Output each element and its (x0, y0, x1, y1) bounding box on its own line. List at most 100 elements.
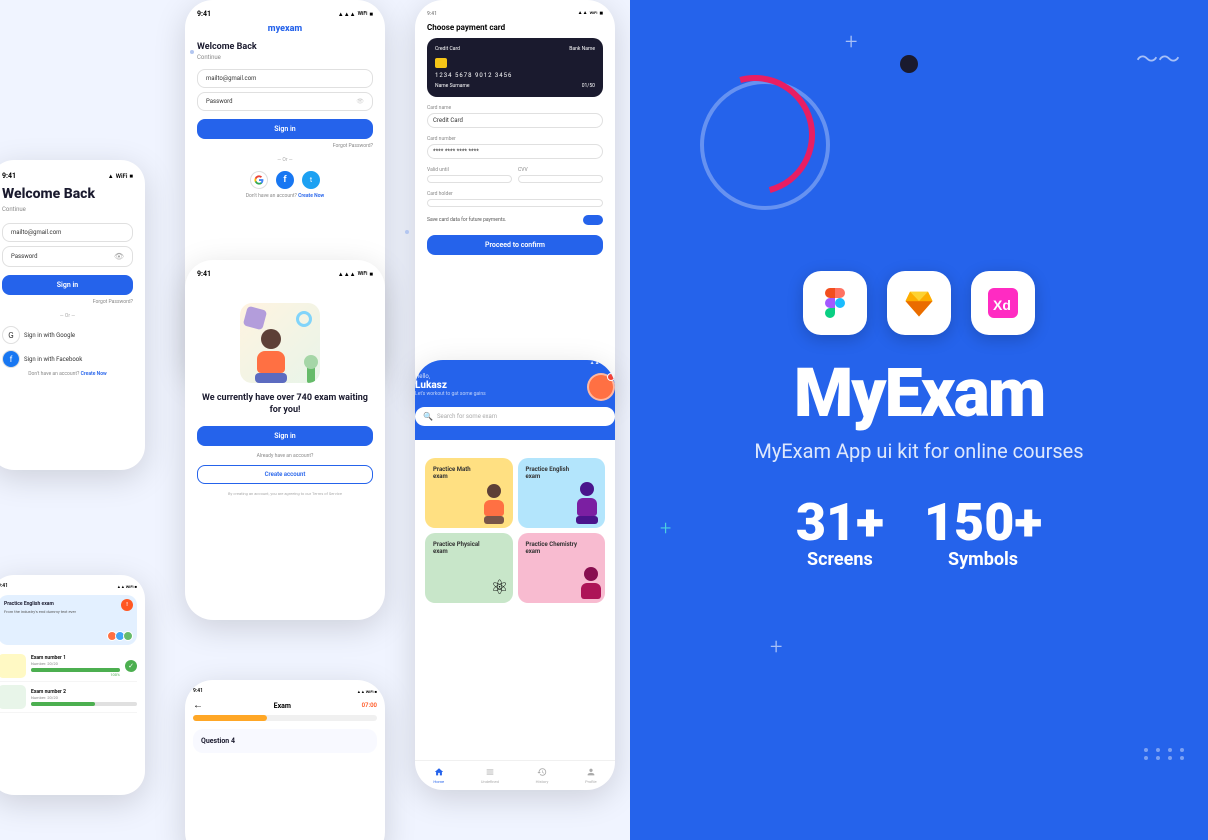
stats-row: 31+ Screens 150+ Symbols (796, 497, 1042, 570)
exam-item-info-1: Exam number 1 Number: 20/20 100% (31, 655, 120, 677)
svg-text:Xd: Xd (993, 297, 1011, 313)
signal-exam-q: ▲▲ WiFi ■ (357, 689, 377, 694)
lets-text: Let's workout to gat some gains (415, 391, 486, 397)
phone-home: 9:41 ▲▲WiFi■ Hello, Lukasz Let's workout… (415, 360, 615, 790)
save-card-toggle[interactable] (583, 215, 603, 225)
cvv-label: CVV (518, 167, 603, 173)
question-label: Question 4 (201, 737, 369, 745)
facebook-signin-large[interactable]: f Sign in with Facebook (2, 350, 133, 368)
search-icon: 🔍 (423, 412, 433, 421)
welcome-title-signin: Welcome Back (197, 42, 373, 52)
exam-item-sub-1: Number: 20/20 (31, 661, 120, 666)
create-now-link-signin[interactable]: Create Now (298, 193, 324, 199)
valid-input[interactable] (427, 175, 512, 183)
card-name-label: Card name (427, 105, 603, 111)
password-field-signin[interactable]: Password 👁 (197, 92, 373, 111)
home-user-info: Hello, Lukasz Let's workout to gat some … (415, 373, 486, 397)
search-bar[interactable]: 🔍 Search for some exam (415, 407, 615, 426)
logo-area-signin: myexam (197, 24, 373, 34)
already-account-text: Already have an account? (257, 453, 314, 459)
exam-progress-bar (193, 715, 377, 721)
symbols-stat: 150+ Symbols (924, 497, 1042, 570)
exam-progress-fill (193, 715, 267, 721)
twitter-icon[interactable]: t (302, 171, 320, 189)
progress-bar-2 (31, 702, 137, 706)
phone-login-large: 9:41 ▲WiFi■ Welcome Back Continue mailto… (0, 160, 145, 470)
password-input-large[interactable]: Password 👁 (2, 246, 133, 267)
status-bar-home: 9:41 ▲▲WiFi■ (415, 360, 615, 367)
back-btn[interactable]: ← (193, 700, 203, 711)
exam-grid: Practice Mathexam Practice Englishexam (415, 452, 615, 609)
proceed-btn[interactable]: Proceed to confirm (427, 235, 603, 255)
no-account-text-signin: Don't have an account? Create Now (197, 193, 373, 199)
screens-number: 31+ (796, 497, 884, 549)
figma-icon-wrap (803, 271, 867, 335)
brand-title: MyExam (794, 359, 1045, 427)
exam-chemistry-title: Practice Chemistryexam (526, 541, 598, 555)
social-icons-group: f t (197, 171, 373, 189)
email-input-large[interactable]: mailto@gmail.com (2, 223, 133, 242)
search-placeholder: Search for some exam (437, 413, 497, 420)
card-holder-row: Card holder (427, 191, 603, 211)
card-name-input[interactable]: Credit Card (427, 113, 603, 128)
status-bar-exam-small: 9:41 ▲▲ WiFi ■ (0, 583, 137, 589)
continue-text-signin: Continue (197, 54, 373, 61)
nav-undefined[interactable]: Undefined (481, 767, 499, 784)
card-holder-name: Name Surname (435, 83, 470, 89)
card-expiry: 01/50 (582, 83, 595, 89)
card-holder-input[interactable] (427, 199, 603, 207)
symbols-number: 150+ (924, 497, 1042, 549)
exam-card-english[interactable]: Practice Englishexam (518, 458, 606, 528)
left-panel: 9:41 ▲WiFi■ Welcome Back Continue mailto… (0, 0, 630, 840)
bottom-nav: Home Undefined History Profile (415, 760, 615, 790)
facebook-icon[interactable]: f (276, 171, 294, 189)
deco-plus-1: + (845, 30, 857, 55)
question-card: Question 4 (193, 729, 377, 753)
status-bar-welcome: 9:41 ▲▲▲WiFi■ (197, 270, 373, 278)
status-bar-payment: 9:41 ▲▲WiFi■ (427, 10, 603, 17)
exam-count-text: We currently have over 740 exam waiting … (197, 393, 373, 416)
exam-card-math[interactable]: Practice Mathexam (425, 458, 513, 528)
exam-title: Exam (274, 702, 291, 710)
status-time-signin: 9:41 (197, 10, 211, 18)
deco-teal-plus: + (660, 516, 671, 540)
exam-card-chemistry[interactable]: Practice Chemistryexam (518, 533, 606, 603)
nav-profile[interactable]: Profile (585, 767, 596, 784)
forgot-password-large[interactable]: Forgot Password? (2, 299, 133, 305)
phone-exam-question: 9:41 ▲▲ WiFi ■ ← Exam 07:00 Question 4 (185, 680, 385, 840)
google-icon[interactable] (250, 171, 268, 189)
exam-thumb-2 (0, 685, 26, 709)
email-field-signin[interactable]: mailto@gmail.com (197, 69, 373, 88)
logo-text-signin: myexam (197, 24, 373, 34)
nav-history[interactable]: History (536, 767, 549, 784)
signin-btn-welcome[interactable]: Sign in (197, 426, 373, 446)
forgot-password-signin[interactable]: Forgot Password? (197, 143, 373, 149)
google-signin-large[interactable]: G Sign in with Google (2, 326, 133, 344)
home-user-row: Hello, Lukasz Let's workout to gat some … (415, 373, 615, 401)
status-bar-exam-q: 9:41 ▲▲ WiFi ■ (193, 688, 377, 694)
continue-label: Continue (2, 206, 133, 213)
create-account-large: Don't have an account? Create Now (2, 371, 133, 377)
exam-item-info-2: Exam number 2 Number: 20/20 (31, 689, 137, 706)
sketch-icon-wrap (887, 271, 951, 335)
status-bar-signin: 9:41 ▲▲▲WiFi■ (197, 10, 373, 18)
exam-card-physical[interactable]: Practice Physicalexam ⚛ (425, 533, 513, 603)
signin-button-large[interactable]: Sign in (2, 275, 133, 295)
phone-exam-small: 9:41 ▲▲ WiFi ■ Practice English exam Fro… (0, 575, 145, 795)
create-account-btn[interactable]: Create account (197, 465, 373, 484)
status-icons: ▲WiFi■ (108, 173, 133, 180)
xd-icon-wrap: Xd (971, 271, 1035, 335)
brand-subtitle: MyExam App ui kit for online courses (754, 437, 1083, 465)
cvv-input[interactable] (518, 175, 603, 183)
nav-home[interactable]: Home (433, 767, 444, 784)
card-number-display: 1234 5678 9012 3456 (435, 72, 595, 79)
save-card-label: Save card data for future payments. (427, 217, 506, 223)
deco-pink-circle (673, 53, 837, 217)
timer: 07:00 (362, 702, 377, 709)
card-number-input[interactable]: **** **** **** **** (427, 144, 603, 159)
avatar (587, 373, 615, 401)
save-card-row: Save card data for future payments. (427, 215, 603, 225)
user-name: Lukasz (415, 380, 486, 391)
signin-btn-signin[interactable]: Sign in (197, 119, 373, 139)
exam-english-title: Practice Englishexam (526, 466, 598, 480)
